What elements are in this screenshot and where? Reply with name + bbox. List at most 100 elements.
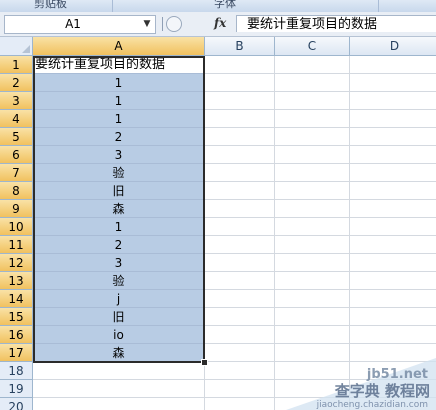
cell-b18[interactable]	[205, 362, 275, 380]
row-header[interactable]: 10	[0, 218, 33, 236]
cell-c3[interactable]	[275, 92, 350, 110]
cell-d2[interactable]	[350, 74, 436, 92]
row-header[interactable]: 9	[0, 200, 33, 218]
formula-input[interactable]: 要统计重复项目的数据	[236, 15, 436, 32]
cell-c12[interactable]	[275, 254, 350, 272]
cell-b4[interactable]	[205, 110, 275, 128]
row-header[interactable]: 16	[0, 326, 33, 344]
cell-c7[interactable]	[275, 164, 350, 182]
cell-a2[interactable]: 1	[33, 74, 205, 92]
cell-b10[interactable]	[205, 218, 275, 236]
cell-b6[interactable]	[205, 146, 275, 164]
cell-a17[interactable]: 森	[33, 344, 205, 362]
cell-a18[interactable]	[33, 362, 205, 380]
cell-c16[interactable]	[275, 326, 350, 344]
cell-c14[interactable]	[275, 290, 350, 308]
cell-c11[interactable]	[275, 236, 350, 254]
cell-b20[interactable]	[205, 398, 275, 410]
cell-c17[interactable]	[275, 344, 350, 362]
cell-a14[interactable]: j	[33, 290, 205, 308]
cell-b17[interactable]	[205, 344, 275, 362]
cell-c13[interactable]	[275, 272, 350, 290]
cell-d3[interactable]	[350, 92, 436, 110]
cell-b1[interactable]	[205, 56, 275, 74]
column-header-b[interactable]: B	[205, 37, 275, 56]
chevron-down-icon[interactable]: ▼	[141, 16, 153, 33]
cell-b5[interactable]	[205, 128, 275, 146]
row-header[interactable]: 19	[0, 380, 33, 398]
cell-d5[interactable]	[350, 128, 436, 146]
row-header[interactable]: 17	[0, 344, 33, 362]
cell-b7[interactable]	[205, 164, 275, 182]
cell-c2[interactable]	[275, 74, 350, 92]
cell-c20[interactable]	[275, 398, 350, 410]
cell-d9[interactable]	[350, 200, 436, 218]
cell-d20[interactable]	[350, 398, 436, 410]
cell-b3[interactable]	[205, 92, 275, 110]
cell-a8[interactable]: 旧	[33, 182, 205, 200]
cell-c5[interactable]	[275, 128, 350, 146]
cell-a16[interactable]: io	[33, 326, 205, 344]
row-header[interactable]: 18	[0, 362, 33, 380]
row-header[interactable]: 3	[0, 92, 33, 110]
cell-c8[interactable]	[275, 182, 350, 200]
row-header[interactable]: 5	[0, 128, 33, 146]
row-header[interactable]: 11	[0, 236, 33, 254]
cell-a4[interactable]: 1	[33, 110, 205, 128]
cell-b14[interactable]	[205, 290, 275, 308]
select-all-button[interactable]	[0, 37, 33, 56]
cell-c6[interactable]	[275, 146, 350, 164]
cell-a15[interactable]: 旧	[33, 308, 205, 326]
cell-a7[interactable]: 验	[33, 164, 205, 182]
cell-a20[interactable]	[33, 398, 205, 410]
name-box[interactable]: A1 ▼	[4, 15, 156, 34]
cell-a19[interactable]	[33, 380, 205, 398]
cell-a11[interactable]: 2	[33, 236, 205, 254]
cell-c1[interactable]	[275, 56, 350, 74]
cell-d10[interactable]	[350, 218, 436, 236]
cell-c15[interactable]	[275, 308, 350, 326]
cell-b15[interactable]	[205, 308, 275, 326]
cell-d8[interactable]	[350, 182, 436, 200]
cell-d19[interactable]	[350, 380, 436, 398]
cell-a10[interactable]: 1	[33, 218, 205, 236]
cell-d12[interactable]	[350, 254, 436, 272]
cell-d11[interactable]	[350, 236, 436, 254]
cell-c10[interactable]	[275, 218, 350, 236]
cell-d1[interactable]	[350, 56, 436, 74]
cell-d6[interactable]	[350, 146, 436, 164]
row-header[interactable]: 4	[0, 110, 33, 128]
row-header[interactable]: 7	[0, 164, 33, 182]
cell-a6[interactable]: 3	[33, 146, 205, 164]
cell-d13[interactable]	[350, 272, 436, 290]
cell-b16[interactable]	[205, 326, 275, 344]
cell-b2[interactable]	[205, 74, 275, 92]
cell-d7[interactable]	[350, 164, 436, 182]
cell-a12[interactable]: 3	[33, 254, 205, 272]
cell-b12[interactable]	[205, 254, 275, 272]
row-header[interactable]: 6	[0, 146, 33, 164]
row-header[interactable]: 1	[0, 56, 33, 74]
cell-b19[interactable]	[205, 380, 275, 398]
cell-a3[interactable]: 1	[33, 92, 205, 110]
cell-d18[interactable]	[350, 362, 436, 380]
cell-c19[interactable]	[275, 380, 350, 398]
cell-c9[interactable]	[275, 200, 350, 218]
cell-b8[interactable]	[205, 182, 275, 200]
row-header[interactable]: 14	[0, 290, 33, 308]
cell-b9[interactable]	[205, 200, 275, 218]
cell-d14[interactable]	[350, 290, 436, 308]
cell-c4[interactable]	[275, 110, 350, 128]
cell-b11[interactable]	[205, 236, 275, 254]
formula-bar-resize-handle[interactable]	[159, 17, 165, 31]
cell-a5[interactable]: 2	[33, 128, 205, 146]
cell-a9[interactable]: 森	[33, 200, 205, 218]
row-header[interactable]: 2	[0, 74, 33, 92]
insert-function-button[interactable]: fx	[214, 16, 226, 30]
cell-c18[interactable]	[275, 362, 350, 380]
cell-a13[interactable]: 验	[33, 272, 205, 290]
fill-handle[interactable]	[201, 359, 208, 366]
cell-d4[interactable]	[350, 110, 436, 128]
column-header-a[interactable]: A	[33, 37, 205, 56]
row-header[interactable]: 13	[0, 272, 33, 290]
